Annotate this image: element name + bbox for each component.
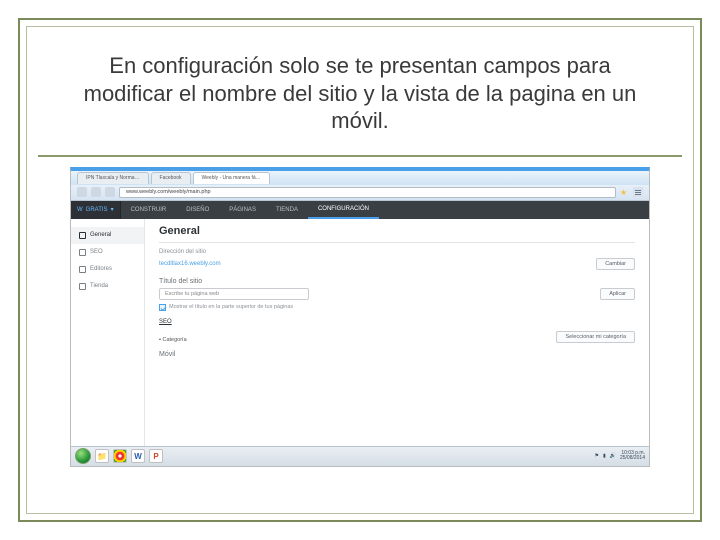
apply-button[interactable]: Aplicar bbox=[600, 288, 635, 300]
change-address-button[interactable]: Cambiar bbox=[596, 258, 635, 270]
settings-content: General Dirección del sitio tecdltlax16.… bbox=[145, 219, 649, 446]
bookmark-icon[interactable]: ★ bbox=[620, 188, 629, 197]
site-address-value: tecdltlax16.weebly.com bbox=[159, 261, 221, 267]
nav-paginas[interactable]: PÁGINAS bbox=[219, 201, 266, 219]
taskbar-clock[interactable]: 10:03 p.m. 25/08/2014 bbox=[620, 451, 645, 462]
browser-tab[interactable]: Facebook bbox=[151, 172, 191, 184]
tab-label: Weebly - Una manera fá… bbox=[202, 175, 261, 181]
app-topbar: W GRATIS ▾ CONSTRUIR DISEÑO PÁGINAS TIEN… bbox=[71, 201, 649, 219]
settings-sidebar: General SEO Editores Tienda bbox=[71, 219, 145, 446]
powerpoint-icon[interactable]: P bbox=[149, 449, 163, 463]
nav-configuracion[interactable]: CONFIGURACIÓN bbox=[308, 201, 379, 219]
tray-volume-icon[interactable]: 🔊 bbox=[610, 453, 616, 459]
sidebar-item-general[interactable]: General bbox=[71, 227, 144, 244]
slide-heading: En configuración solo se te presentan ca… bbox=[38, 34, 682, 157]
sidebar-item-label: SEO bbox=[90, 249, 103, 255]
nav-tienda[interactable]: TIENDA bbox=[266, 201, 308, 219]
show-title-checkbox-row[interactable]: Mostrar el título en la parte superior d… bbox=[159, 304, 635, 311]
sidebar-item-label: Tienda bbox=[90, 283, 108, 289]
browser-tab[interactable]: Weebly - Una manera fá… bbox=[193, 172, 270, 184]
search-icon bbox=[79, 249, 86, 256]
system-tray: ⚑ ▮ 🔊 10:03 p.m. 25/08/2014 bbox=[594, 451, 645, 462]
app-body: General SEO Editores Tienda General Dire… bbox=[71, 219, 649, 446]
browser-addressbar: www.weebly.com/weebly/main.php ★ bbox=[71, 185, 649, 201]
tab-label: IPN Tlaxcala y Norma… bbox=[86, 175, 140, 181]
sidebar-item-seo[interactable]: SEO bbox=[71, 244, 144, 261]
site-address-label: Dirección del sitio bbox=[159, 249, 635, 255]
back-button[interactable] bbox=[77, 187, 87, 197]
nav-construir[interactable]: CONSTRUIR bbox=[121, 201, 177, 219]
address-text: www.weebly.com/weebly/main.php bbox=[126, 189, 211, 195]
site-title-input[interactable]: Escribe tu página web bbox=[159, 288, 309, 300]
menu-icon[interactable] bbox=[633, 187, 643, 197]
plan-badge[interactable]: W GRATIS ▾ bbox=[71, 201, 121, 219]
users-icon bbox=[79, 266, 86, 273]
cart-icon bbox=[79, 283, 86, 290]
address-input[interactable]: www.weebly.com/weebly/main.php bbox=[119, 187, 616, 198]
word-icon[interactable]: W bbox=[131, 449, 145, 463]
checkbox-icon[interactable] bbox=[159, 304, 166, 311]
browser-tabbar: IPN Tlaxcala y Norma… Facebook Weebly - … bbox=[71, 171, 649, 185]
category-label: Categoría bbox=[159, 337, 187, 343]
tray-flag-icon[interactable]: ⚑ bbox=[594, 453, 598, 459]
nav-diseno[interactable]: DISEÑO bbox=[176, 201, 219, 219]
site-title-value: Escribe tu página web bbox=[165, 291, 219, 297]
tray-network-icon[interactable]: ▮ bbox=[603, 453, 606, 459]
seo-link[interactable]: SEO bbox=[159, 319, 172, 325]
weebly-logo-icon: W bbox=[77, 207, 83, 213]
clock-date: 25/08/2014 bbox=[620, 456, 645, 462]
app-nav: CONSTRUIR DISEÑO PÁGINAS TIENDA CONFIGUR… bbox=[121, 201, 379, 219]
reload-button[interactable] bbox=[105, 187, 115, 197]
divider bbox=[159, 242, 635, 243]
chevron-down-icon: ▾ bbox=[111, 206, 114, 213]
embedded-screenshot: IPN Tlaxcala y Norma… Facebook Weebly - … bbox=[70, 167, 650, 467]
browser-tab[interactable]: IPN Tlaxcala y Norma… bbox=[77, 172, 149, 184]
page-title: General bbox=[159, 225, 635, 237]
sidebar-item-label: Editores bbox=[90, 266, 112, 272]
forward-button[interactable] bbox=[91, 187, 101, 197]
plan-label: GRATIS bbox=[86, 207, 108, 213]
tab-label: Facebook bbox=[160, 175, 182, 181]
sidebar-item-label: General bbox=[90, 232, 111, 238]
start-button[interactable] bbox=[75, 448, 91, 464]
sidebar-item-editores[interactable]: Editores bbox=[71, 261, 144, 278]
explorer-icon[interactable]: 📁 bbox=[95, 449, 109, 463]
checkbox-label: Mostrar el título en la parte superior d… bbox=[169, 304, 293, 310]
chrome-icon[interactable] bbox=[113, 449, 127, 463]
sidebar-item-tienda[interactable]: Tienda bbox=[71, 278, 144, 295]
select-category-button[interactable]: Seleccionar mi categoría bbox=[556, 331, 635, 343]
windows-taskbar: 📁 W P ⚑ ▮ 🔊 10:03 p.m. 25/08/2014 bbox=[71, 446, 649, 466]
gear-icon bbox=[79, 232, 86, 239]
mobile-section-label: Móvil bbox=[159, 351, 635, 358]
site-title-label: Título del sitio bbox=[159, 278, 635, 285]
